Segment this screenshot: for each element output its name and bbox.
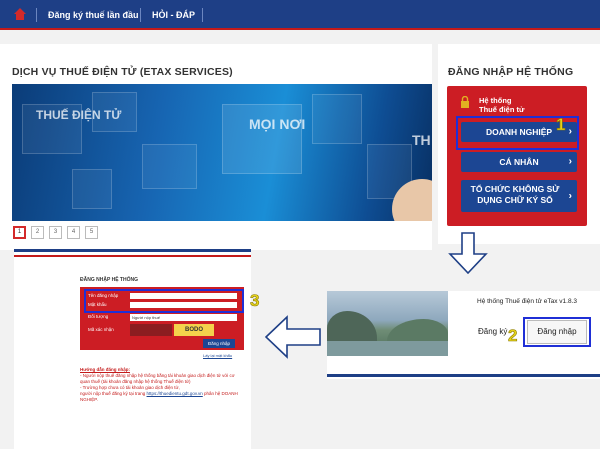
chevron-right-icon: › — [568, 156, 572, 167]
small-login-title: ĐĂNG NHẬP HỆ THỐNG — [80, 277, 138, 283]
step-number-2: 2 — [508, 326, 518, 346]
pager-3[interactable]: 3 — [49, 226, 62, 239]
divider — [327, 374, 600, 377]
arrow-left-icon — [265, 315, 321, 359]
personal-login-label: CÁ NHÂN — [499, 157, 539, 167]
org-login-label: TỔ CHỨC KHÔNG SỬ DỤNG CHỮ KÝ SỐ — [470, 184, 560, 205]
captcha-image: BODO — [174, 324, 214, 336]
water-shape — [327, 341, 448, 356]
pager-5[interactable]: 5 — [85, 226, 98, 239]
login-guide: Hướng dẫn đăng nhập: - Người nộp thuế đă… — [80, 367, 240, 403]
subject-select[interactable]: Người nộp thuế — [130, 314, 237, 321]
highlight-box-3 — [84, 289, 244, 313]
landscape-photo — [327, 291, 448, 356]
divider — [14, 255, 251, 257]
guide-line: người nộp thuế đăng ký tại trang — [80, 391, 146, 396]
forgot-password-link[interactable]: Lấy lại mật khẩu — [203, 353, 232, 358]
login-box: Hệ thống Thuế điện tử DOANH NGHIỆP › CÁ N… — [447, 86, 587, 226]
banner-tile — [312, 94, 362, 144]
banner-text: MỌI NƠI — [249, 116, 306, 132]
faq-link[interactable]: HỎI - ĐÁP — [152, 10, 195, 20]
register-first-time-link[interactable]: Đăng ký thuế lần đầu — [48, 10, 139, 20]
chevron-right-icon: › — [568, 190, 572, 202]
etax-system-title: Hệ thống Thuế điện tử eTax v1.8.3 — [477, 298, 577, 305]
highlight-box-2 — [523, 317, 591, 347]
lock-icon — [461, 96, 469, 108]
nav-separator — [36, 8, 37, 22]
nav-separator — [140, 8, 141, 22]
banner-tile — [142, 144, 197, 189]
pager-2[interactable]: 2 — [31, 226, 44, 239]
step-number-3: 3 — [250, 291, 260, 311]
banner-text: TH — [412, 132, 431, 148]
small-login-button[interactable]: Đăng nhập — [203, 339, 235, 348]
step-number-1: 1 — [556, 115, 566, 135]
guide-line: - Người nộp thuế đăng nhập hệ thống bằng… — [80, 373, 235, 384]
captcha-input[interactable] — [130, 324, 172, 336]
banner-text: THUẾ ĐIỆN TỬ — [36, 108, 122, 122]
captcha-label: Mã xác nhận — [88, 327, 114, 332]
banner-tile — [72, 169, 112, 209]
home-icon[interactable] — [14, 8, 26, 20]
pager-4[interactable]: 4 — [67, 226, 80, 239]
etax-register-link[interactable]: Đăng ký — [478, 327, 507, 336]
org-login-button[interactable]: TỔ CHỨC KHÔNG SỬ DỤNG CHỮ KÝ SỐ › — [461, 180, 577, 212]
services-title: DỊCH VỤ THUẾ ĐIỆN TỬ (ETAX SERVICES) — [12, 66, 233, 78]
banner-tile — [222, 104, 302, 174]
arrow-down-icon — [448, 232, 488, 274]
system-label-1: Hệ thống — [479, 96, 512, 105]
system-label-2: Thuế điện tử — [479, 105, 525, 114]
login-title: ĐĂNG NHẬP HỆ THỐNG — [448, 66, 574, 78]
pager-1[interactable]: 1 — [13, 226, 26, 239]
guide-link[interactable]: https://thuedientu.gdt.gov.vn — [147, 391, 203, 396]
top-nav-bar: Đăng ký thuế lần đầu HỎI - ĐÁP — [0, 0, 600, 30]
services-banner[interactable]: THUẾ ĐIỆN TỬ MỌI NƠI TH — [12, 84, 432, 221]
nav-separator — [202, 8, 203, 22]
personal-login-button[interactable]: CÁ NHÂN › — [461, 152, 577, 172]
subject-label: Đối tượng — [88, 314, 109, 319]
